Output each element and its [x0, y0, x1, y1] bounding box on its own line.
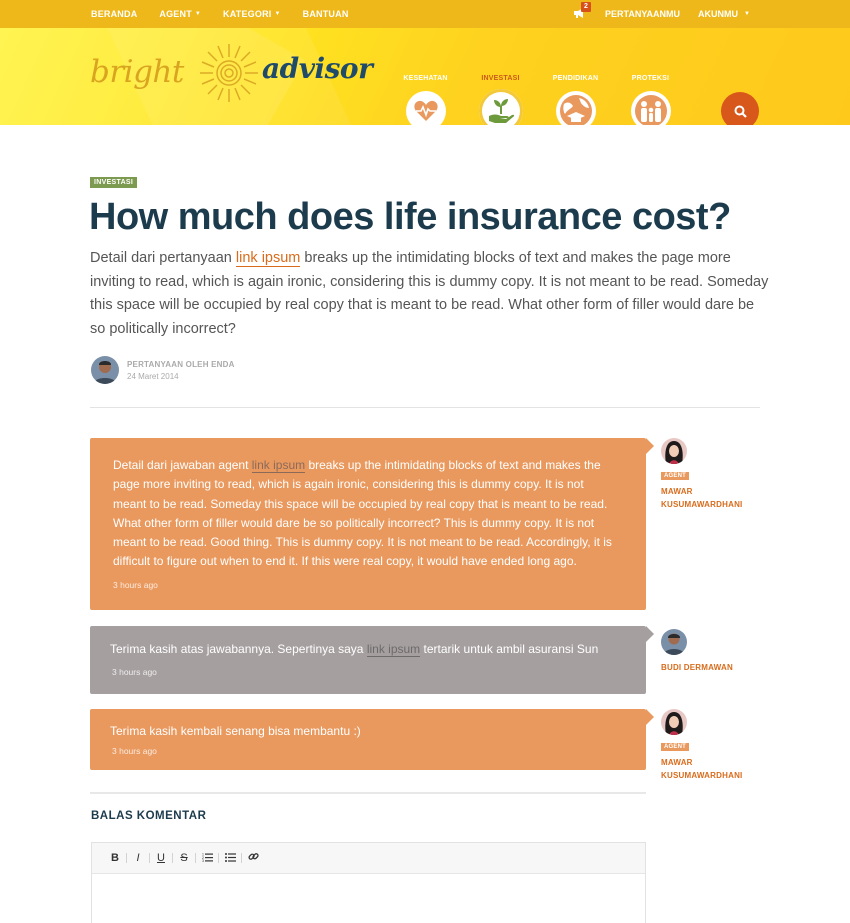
caret-down-icon: ▼ [744, 11, 750, 17]
question-author: PERTANYAAN OLEH ENDA 24 Maret 2014 [91, 356, 235, 384]
category-proteksi[interactable]: PROTEKSI [613, 75, 688, 125]
top-nav: BERANDA AGENT ▼ KATEGORI ▼ BANTUAN [91, 0, 371, 28]
answer-time: 3 hours ago [112, 667, 157, 677]
logo-word-advisor: advisor [262, 52, 373, 85]
toolbar-separator [149, 853, 150, 863]
answer-text-part: Terima kasih atas jawabannya. Sepertinya… [110, 642, 367, 656]
top-right-nav: 2 PERTANYAANMU AKUNMU ▼ [573, 0, 750, 28]
avatar[interactable] [661, 438, 687, 464]
comment-editor: B I U S 1 2 3 [91, 842, 646, 923]
family-icon [630, 91, 671, 125]
toolbar-separator [241, 853, 242, 863]
question-body: Detail dari pertanyaan link ipsum breaks… [90, 247, 770, 341]
notification-count-badge: 2 [581, 2, 591, 12]
category-label: KESEHATAN [403, 75, 448, 82]
avatar[interactable] [661, 709, 687, 735]
reply-title: BALAS KOMENTAR [91, 810, 207, 822]
nav-kategori[interactable]: KATEGORI ▼ [223, 9, 281, 19]
answer-author-name[interactable]: MAWAR KUSUMAWARDHANI [661, 485, 771, 511]
avatar[interactable] [91, 356, 119, 384]
ordered-list-button[interactable]: 1 2 3 [199, 852, 215, 865]
nav-my-questions[interactable]: PERTANYAANMU [605, 9, 680, 19]
answer-author-name[interactable]: BUDI DERMAWAN [661, 661, 771, 674]
answer-text: Detail dari jawaban agent link ipsum bre… [113, 456, 618, 572]
answer-bubble: Detail dari jawaban agent link ipsum bre… [90, 438, 654, 610]
answer-author: AGENT MAWAR KUSUMAWARDHANI [661, 709, 771, 782]
top-bar: BERANDA AGENT ▼ KATEGORI ▼ BANTUAN 2 PERTA… [0, 0, 850, 28]
bold-button[interactable]: B [107, 852, 123, 864]
answer-text: Terima kasih kembali senang bisa membant… [110, 724, 361, 738]
category-nav: KESEHATAN INVESTASI PENDIDIKAN PROTEKSI [388, 75, 688, 125]
nav-bantuan-label: BANTUAN [302, 9, 349, 19]
editor-text-area[interactable] [92, 874, 645, 923]
question-title: How much does life insurance cost? [89, 196, 731, 238]
nav-account[interactable]: AKUNMU ▼ [698, 9, 750, 19]
category-kesehatan[interactable]: KESEHATAN [388, 75, 463, 125]
header: bright advisor KESEHATAN INVESTASI PENDI… [0, 28, 850, 125]
underline-button[interactable]: U [153, 852, 169, 864]
strikethrough-button[interactable]: S [176, 852, 192, 864]
bullet-list-button[interactable] [222, 852, 238, 865]
editor-toolbar: B I U S 1 2 3 [92, 843, 645, 874]
answer-author-name[interactable]: MAWAR KUSUMAWARDHANI [661, 756, 771, 782]
answer-bubble: Terima kasih atas jawabannya. Sepertinya… [90, 626, 654, 694]
caret-down-icon: ▼ [194, 11, 202, 17]
category-label: PROTEKSI [631, 75, 670, 82]
answer-bubble: Terima kasih kembali senang bisa membant… [90, 709, 654, 770]
answer-author: BUDI DERMAWAN [661, 629, 771, 674]
italic-button[interactable]: I [130, 852, 146, 864]
link-icon [247, 853, 259, 860]
answer-author: AGENT MAWAR KUSUMAWARDHANI [661, 438, 771, 511]
agent-badge: AGENT [661, 472, 689, 480]
avatar[interactable] [661, 629, 687, 655]
answer-text-part: tertarik untuk ambil asuransi Sun [420, 642, 599, 656]
answer-time: 3 hours ago [113, 580, 158, 590]
answer-text-part: Detail dari jawaban agent [113, 458, 252, 472]
answer-link[interactable]: link ipsum [251, 458, 306, 473]
search-button[interactable] [721, 92, 759, 125]
answer-link[interactable]: link ipsum [366, 642, 421, 657]
question-body-link[interactable]: link ipsum [235, 250, 301, 267]
category-label: PENDIDIKAN [552, 75, 599, 82]
hand-plant-icon [478, 89, 523, 125]
nav-account-label: AKUNMU [698, 9, 739, 19]
bullet-list-icon [224, 852, 236, 862]
category-investasi[interactable]: INVESTASI [463, 75, 538, 125]
nav-agent[interactable]: AGENT ▼ [159, 9, 201, 19]
category-pendidikan[interactable]: PENDIDIKAN [538, 75, 613, 125]
answer-time: 3 hours ago [112, 746, 157, 756]
toolbar-separator [172, 853, 173, 863]
caret-down-icon: ▼ [274, 11, 281, 17]
question-author-name: PERTANYAAN OLEH ENDA [127, 359, 235, 369]
category-label: INVESTASI [481, 75, 520, 82]
divider [90, 792, 646, 794]
answer-text: Terima kasih atas jawabannya. Sepertinya… [110, 640, 630, 659]
question-author-meta: PERTANYAAN OLEH ENDA 24 Maret 2014 [127, 360, 235, 381]
toolbar-separator [126, 853, 127, 863]
notification-button[interactable]: 2 [573, 2, 591, 21]
nav-beranda-label: BERANDA [91, 9, 138, 19]
question-date: 24 Maret 2014 [127, 371, 179, 381]
agent-badge: AGENT [661, 743, 689, 751]
nav-agent-label: AGENT [159, 9, 192, 19]
logo[interactable]: bright advisor [90, 38, 373, 118]
toolbar-separator [218, 853, 219, 863]
link-button[interactable] [245, 851, 261, 865]
question-body-text: Detail dari pertanyaan [90, 250, 236, 266]
toolbar-separator [195, 853, 196, 863]
nav-bantuan[interactable]: BANTUAN [303, 9, 349, 19]
divider [90, 407, 760, 408]
graduation-globe-icon [555, 91, 596, 125]
sun-icon [200, 44, 258, 102]
svg-text:3: 3 [202, 859, 204, 862]
heart-pulse-icon [405, 91, 446, 125]
category-tag[interactable]: INVESTASI [90, 177, 138, 188]
nav-my-questions-label: PERTANYAANMU [605, 9, 681, 19]
ordered-list-icon: 1 2 3 [202, 852, 213, 863]
answer-text-part: breaks up the intimidating blocks of tex… [113, 458, 612, 569]
nav-kategori-label: KATEGORI [223, 9, 272, 19]
nav-beranda[interactable]: BERANDA [91, 9, 137, 19]
logo-word-bright: bright [90, 54, 184, 90]
search-icon [734, 105, 747, 118]
